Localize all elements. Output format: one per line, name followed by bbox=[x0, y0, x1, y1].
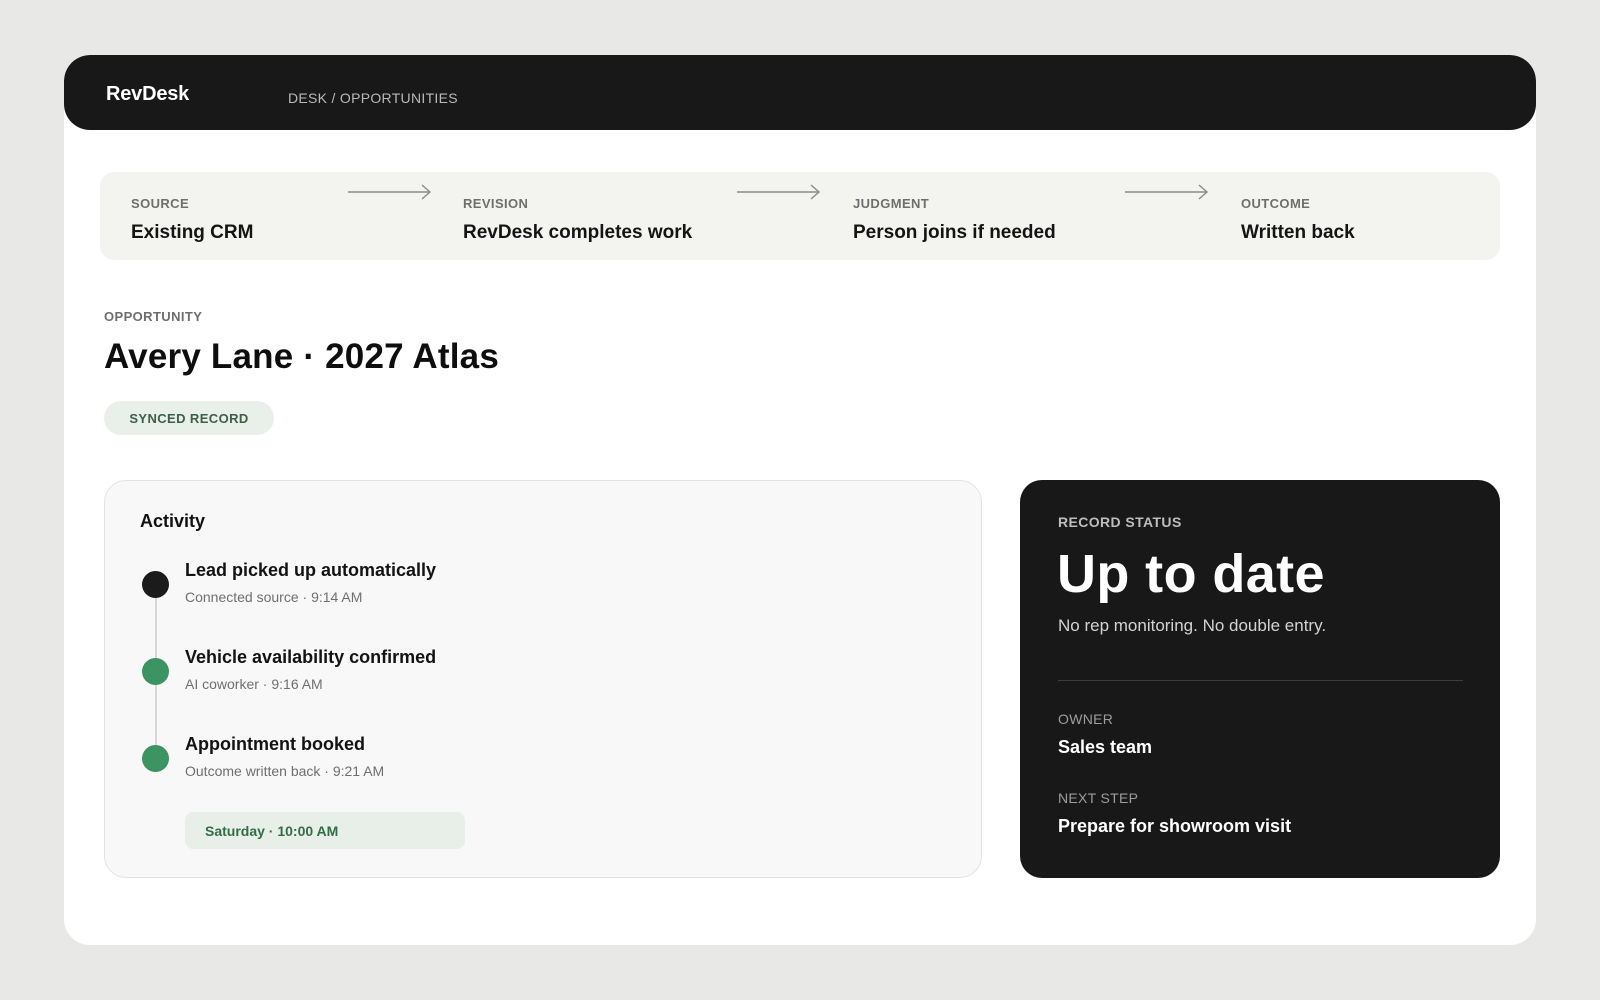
top-bar: RevDesk DESK / OPPORTUNITIES bbox=[64, 55, 1536, 130]
app-window: RevDesk DESK / OPPORTUNITIES SOURCE Exis… bbox=[64, 55, 1536, 945]
status-badge: SYNCED RECORD bbox=[104, 401, 274, 435]
owner-value: Sales team bbox=[1058, 737, 1153, 757]
timeline-dot bbox=[142, 658, 169, 685]
stage-revision: REVISION RevDesk completes work bbox=[463, 196, 692, 244]
stage-outcome: OUTCOME Written back bbox=[1241, 196, 1355, 244]
stage-label: JUDGMENT bbox=[853, 196, 930, 211]
timeline-item-subtitle: Connected source · 9:14 AM bbox=[185, 589, 363, 605]
stage-value: Person joins if needed bbox=[853, 222, 1056, 243]
activity-card: Activity Lead picked up automatically Co… bbox=[104, 480, 982, 878]
record-status-label: RECORD STATUS bbox=[1058, 514, 1182, 530]
timeline-dot bbox=[142, 745, 169, 772]
record-status-value: Up to date bbox=[1057, 544, 1325, 604]
breadcrumb[interactable]: DESK / OPPORTUNITIES bbox=[288, 90, 458, 106]
timeline-item-subtitle: AI coworker · 9:16 AM bbox=[185, 676, 323, 692]
owner-label: OWNER bbox=[1058, 711, 1114, 727]
stage-label: REVISION bbox=[463, 196, 529, 211]
stage-value: Written back bbox=[1241, 222, 1355, 243]
next-step-label: NEXT STEP bbox=[1058, 790, 1139, 806]
activity-title: Activity bbox=[140, 511, 206, 531]
arrow-right-icon bbox=[1125, 184, 1209, 200]
stage-value: RevDesk completes work bbox=[463, 222, 693, 243]
arrow-right-icon bbox=[348, 184, 432, 200]
stage-label: SOURCE bbox=[131, 196, 190, 211]
stage-value: Existing CRM bbox=[131, 222, 254, 243]
opportunity-eyebrow: OPPORTUNITY bbox=[104, 309, 203, 324]
stage-judgment: JUDGMENT Person joins if needed bbox=[853, 196, 1056, 244]
arrow-right-icon bbox=[737, 184, 821, 200]
appointment-chip[interactable]: Saturday · 10:00 AM bbox=[185, 812, 465, 849]
divider bbox=[1058, 680, 1463, 681]
stage-source: SOURCE Existing CRM bbox=[131, 196, 253, 244]
stage-label: OUTCOME bbox=[1241, 196, 1311, 211]
record-status-card: RECORD STATUS Up to date No rep monitori… bbox=[1020, 480, 1500, 878]
timeline-dot bbox=[142, 571, 169, 598]
timeline-item-title: Lead picked up automatically bbox=[185, 560, 437, 580]
next-step-value: Prepare for showroom visit bbox=[1058, 816, 1292, 836]
timeline-item-title: Vehicle availability confirmed bbox=[185, 647, 437, 667]
pipeline-bar: SOURCE Existing CRM REVISION RevDesk com… bbox=[100, 172, 1500, 260]
brand-logo[interactable]: RevDesk bbox=[106, 83, 189, 106]
record-status-note: No rep monitoring. No double entry. bbox=[1058, 616, 1327, 635]
timeline-item-title: Appointment booked bbox=[185, 734, 365, 754]
page-title: Avery Lane · 2027 Atlas bbox=[104, 337, 499, 376]
timeline-item-subtitle: Outcome written back · 9:21 AM bbox=[185, 763, 385, 779]
